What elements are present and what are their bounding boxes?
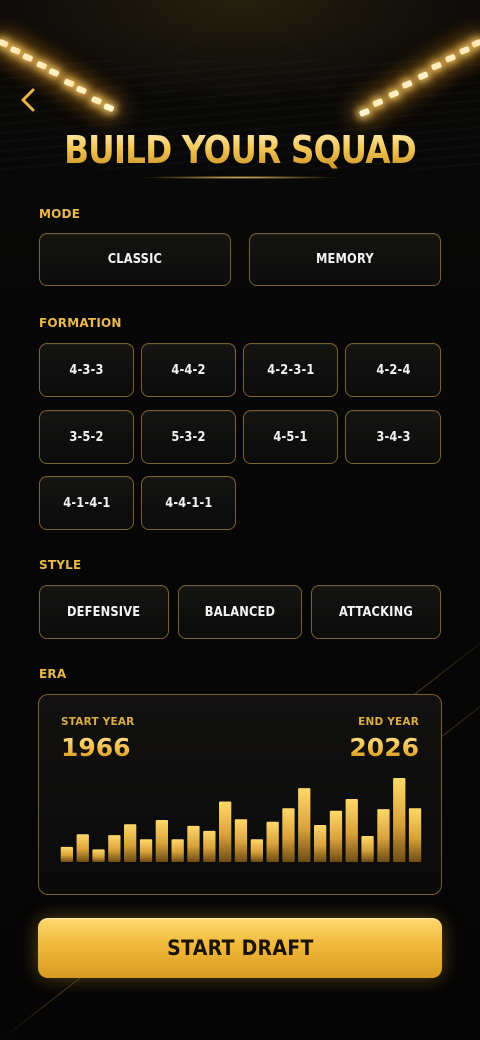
back-button[interactable]	[12, 84, 44, 116]
formation-label: FORMATION	[39, 316, 122, 330]
histogram-bar	[203, 830, 216, 862]
histogram-bar	[60, 846, 73, 862]
histogram-bar	[155, 820, 168, 862]
histogram-bar	[314, 825, 327, 862]
page-title: BUILD YOUR SQUAD	[34, 128, 447, 172]
histogram-bar	[361, 836, 374, 862]
style-label: STYLE	[39, 558, 82, 572]
mode-label: MODE	[39, 207, 81, 221]
histogram-bar	[92, 849, 105, 862]
style-balanced-button[interactable]: BALANCED	[178, 585, 302, 639]
histogram-bar	[393, 778, 406, 862]
formation-4-2-4-button[interactable]: 4-2-4	[345, 343, 441, 397]
screen: BUILD YOUR SQUAD MODE CLASSIC MEMORY FOR…	[0, 0, 480, 1040]
histogram-bar	[124, 824, 137, 862]
histogram-bar	[250, 839, 263, 862]
formation-5-3-2-button[interactable]: 5-3-2	[141, 410, 236, 464]
formation-3-4-3-button[interactable]: 3-4-3	[345, 410, 441, 464]
era-label: ERA	[39, 667, 67, 681]
histogram-bar	[76, 834, 89, 862]
chevron-left-icon	[21, 88, 35, 112]
era-range-panel[interactable]: START YEAR 1966 END YEAR 2026	[38, 694, 442, 895]
formation-4-4-1-1-button[interactable]: 4-4-1-1	[141, 476, 236, 530]
formation-3-5-2-button[interactable]: 3-5-2	[39, 410, 134, 464]
histogram-bar	[408, 808, 422, 862]
style-defensive-button[interactable]: DEFENSIVE	[39, 585, 169, 639]
histogram-bar	[219, 801, 232, 862]
histogram-bar	[329, 810, 343, 862]
formation-4-1-4-1-button[interactable]: 4-1-4-1	[39, 476, 134, 530]
histogram-bar	[108, 835, 121, 862]
style-attacking-button[interactable]: ATTACKING	[311, 585, 441, 639]
formation-4-4-2-button[interactable]: 4-4-2	[141, 343, 236, 397]
histogram-bar	[171, 839, 184, 862]
start-draft-button[interactable]: START DRAFT	[38, 918, 442, 978]
histogram-bar	[282, 808, 295, 862]
formation-4-3-3-button[interactable]: 4-3-3	[39, 343, 134, 397]
mode-memory-button[interactable]: MEMORY	[249, 233, 441, 286]
histogram-bar	[266, 821, 279, 862]
era-histogram	[60, 778, 422, 862]
histogram-bar	[187, 825, 200, 862]
histogram-bar	[139, 839, 153, 862]
histogram-bar	[298, 788, 311, 862]
histogram-bar	[377, 809, 390, 862]
formation-4-2-3-1-button[interactable]: 4-2-3-1	[243, 343, 338, 397]
histogram-bar	[345, 799, 358, 862]
mode-classic-button[interactable]: CLASSIC	[39, 233, 231, 286]
title-glow	[140, 176, 340, 179]
formation-4-5-1-button[interactable]: 4-5-1	[243, 410, 338, 464]
histogram-bar	[234, 819, 248, 862]
